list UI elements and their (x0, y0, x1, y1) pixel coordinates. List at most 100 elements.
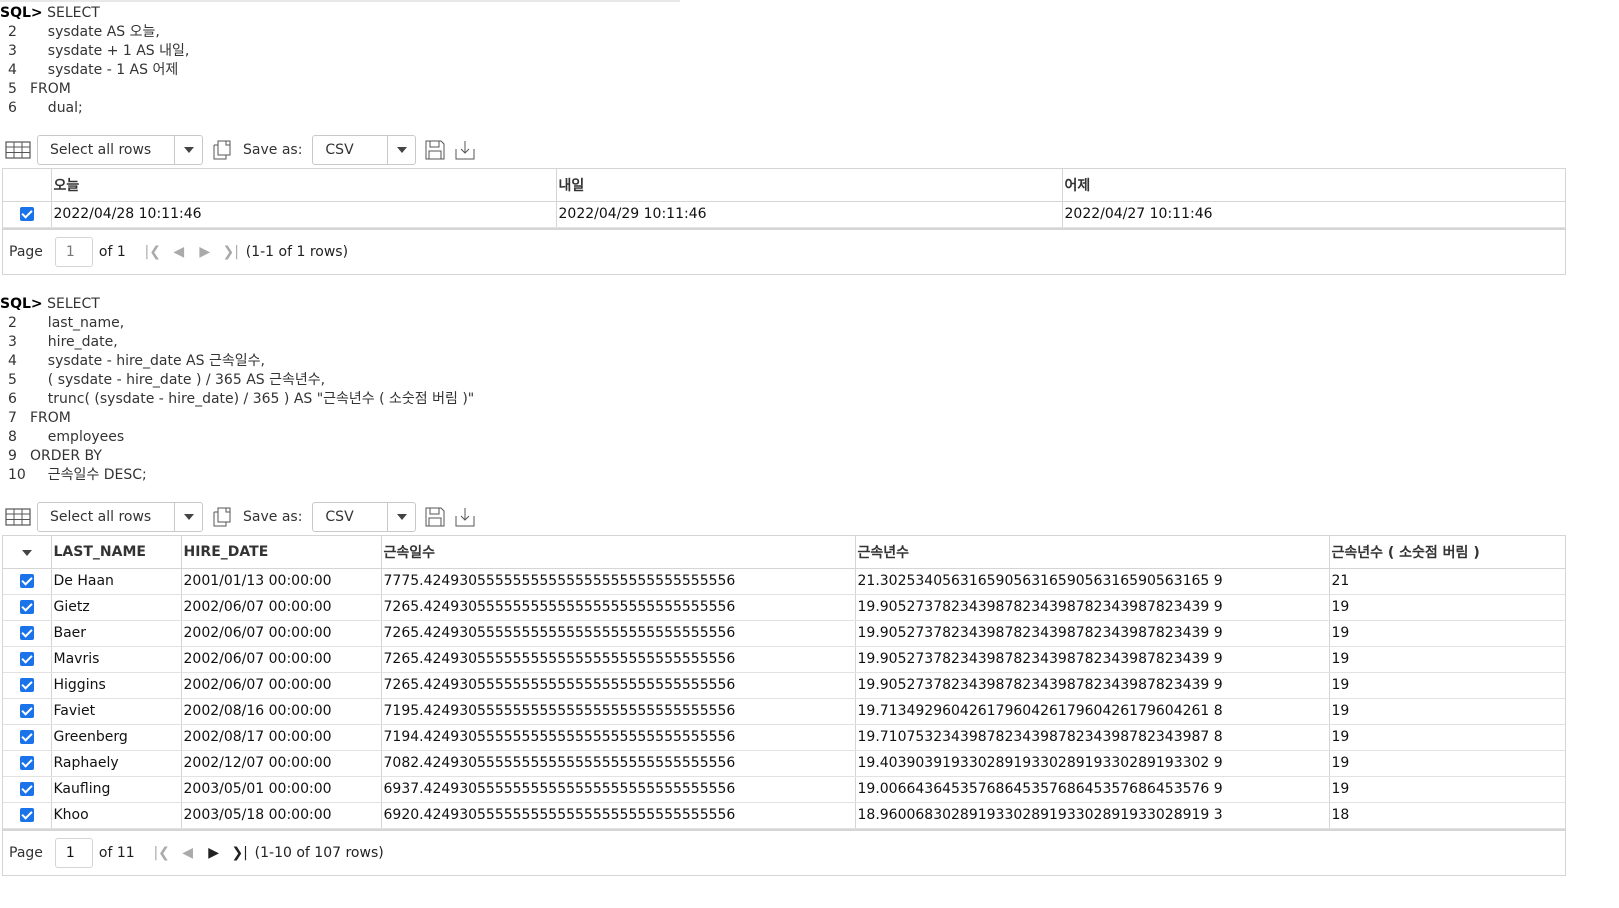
line-number: 2 (8, 24, 17, 40)
save-icon[interactable] (424, 506, 446, 528)
save-icon[interactable] (424, 139, 446, 161)
next-page-icon[interactable]: ▶ (192, 242, 218, 262)
first-page-icon[interactable]: |❮ (149, 843, 175, 863)
line-number: 5 (8, 372, 17, 388)
row-checkbox[interactable] (19, 600, 34, 614)
table-cell: 7265.42493055555555555555555555555555556 (381, 646, 856, 673)
table-row[interactable]: Mavris 2002/06/07 00:00:00 7265.4249305555… (3, 646, 1565, 673)
sql-line: 10 근속일수 DESC; (0, 466, 474, 485)
row-checkbox[interactable] (19, 756, 34, 770)
sql-line: 2 last_name, (0, 314, 474, 333)
grid-view-icon[interactable] (5, 141, 31, 159)
column-header[interactable]: HIRE_DATE (181, 536, 382, 569)
column-header[interactable]: 근속일수 (381, 536, 856, 569)
row-checkbox[interactable] (19, 626, 34, 640)
table-row[interactable]: Gietz 2002/06/07 00:00:00 7265.42493055555… (3, 594, 1565, 621)
page-number-input[interactable]: 1 (54, 236, 93, 267)
row-checkbox-cell (3, 620, 52, 647)
chevron-down-icon (387, 503, 415, 531)
table-cell: 19 (1329, 646, 1565, 673)
row-checkbox[interactable] (19, 808, 34, 822)
sql-line: 6 trunc( (sysdate - hire_date) / 365 ) A… (0, 390, 474, 409)
sql-text: FROM (30, 81, 71, 97)
table-cell: 19 (1329, 594, 1565, 621)
table-cell: 19 (1329, 672, 1565, 699)
table-row[interactable]: Greenberg 2002/08/17 00:00:00 7194.4249305… (3, 724, 1565, 751)
column-header[interactable]: 오늘 (51, 169, 557, 202)
table-cell: 2022/04/29 10:11:46 (556, 201, 1063, 228)
table-cell: 2002/08/16 00:00:00 (181, 698, 382, 725)
table-cell: 19 (1329, 750, 1565, 777)
table-cell: 18 (1329, 802, 1565, 829)
results-toolbar-2: Select all rows Save as: CSV (0, 501, 1600, 533)
table-cell: 7265.42493055555555555555555555555555556 (381, 594, 856, 621)
table-cell: 21 (1329, 568, 1565, 595)
download-icon[interactable] (454, 139, 476, 161)
select-column-header[interactable] (3, 536, 52, 569)
table-cell: 7082.42493055555555555555555555555555556 (381, 750, 856, 777)
select-rows-value: Select all rows (50, 142, 152, 158)
last-page-icon[interactable]: ❯| (227, 843, 253, 863)
format-select[interactable]: CSV (312, 502, 417, 532)
sql-line: 2 sysdate AS 오늘, (0, 23, 189, 42)
chevron-down-icon (387, 136, 415, 164)
table-row[interactable]: Khoo 2003/05/18 00:00:00 6920.424930555555… (3, 802, 1565, 829)
table-cell: 6937.42493055555555555555555555555555556 (381, 776, 856, 803)
line-number: 5 (8, 81, 17, 97)
table-cell: 19.4039039193302891933028919330289193302… (855, 750, 1330, 777)
sql-text: ORDER BY (30, 448, 102, 464)
grid-view-icon[interactable] (5, 508, 31, 526)
next-page-icon[interactable]: ▶ (201, 843, 227, 863)
table-row[interactable]: Higgins 2002/06/07 00:00:00 7265.424930555… (3, 672, 1565, 699)
format-select[interactable]: CSV (312, 135, 417, 165)
sql-text: sysdate AS 오늘, (30, 24, 160, 40)
row-checkbox-cell (3, 672, 52, 699)
copy-icon[interactable] (211, 139, 233, 161)
page-count: of 1 (98, 243, 126, 260)
select-rows-dropdown[interactable]: Select all rows (37, 135, 203, 165)
column-header[interactable]: 어제 (1062, 169, 1565, 202)
row-checkbox[interactable] (19, 730, 34, 744)
row-checkbox[interactable] (19, 704, 34, 718)
line-number: 6 (8, 391, 17, 407)
row-checkbox[interactable] (19, 782, 34, 796)
header-row: 오늘 내일 어제 (3, 169, 1565, 202)
table-cell: 2003/05/01 00:00:00 (181, 776, 382, 803)
column-header[interactable]: LAST_NAME (51, 536, 182, 569)
sql-line: 5 FROM (0, 80, 189, 99)
select-rows-dropdown[interactable]: Select all rows (37, 502, 203, 532)
table-row[interactable]: Raphaely 2002/12/07 00:00:00 7082.42493055… (3, 750, 1565, 777)
line-number: 3 (8, 43, 17, 59)
first-page-icon[interactable]: |❮ (140, 242, 166, 262)
column-header[interactable]: 근속년수 (855, 536, 1330, 569)
row-checkbox[interactable] (19, 574, 34, 588)
last-page-icon[interactable]: ❯| (218, 242, 244, 262)
row-checkbox[interactable] (19, 207, 34, 221)
prev-page-icon[interactable]: ◀ (175, 843, 201, 863)
row-checkbox[interactable] (19, 678, 34, 692)
table-row[interactable]: Faviet 2002/08/16 00:00:00 7195.4249305555… (3, 698, 1565, 725)
table-row[interactable]: Kaufling 2003/05/01 00:00:00 6937.42493055… (3, 776, 1565, 803)
row-checkbox[interactable] (19, 652, 34, 666)
table-row[interactable]: Baer 2002/06/07 00:00:00 7265.424930555555… (3, 620, 1565, 647)
table-row[interactable]: 2022/04/28 10:11:46 2022/04/29 10:11:46 … (3, 201, 1565, 228)
table-cell: 7265.42493055555555555555555555555555556 (381, 672, 856, 699)
table-cell: 19.0066436453576864535768645357686453576… (855, 776, 1330, 803)
sql-text: trunc( (sysdate - hire_date) / 365 ) AS … (30, 391, 475, 407)
copy-icon[interactable] (211, 506, 233, 528)
table-cell: 19.9052737823439878234398782343987823439… (855, 594, 1330, 621)
sql-text: FROM (30, 410, 71, 426)
column-header[interactable]: 근속년수 ( 소숫점 버림 ) (1329, 536, 1565, 569)
table-cell: 2002/06/07 00:00:00 (181, 594, 382, 621)
table-cell: 19 (1329, 620, 1565, 647)
table-cell: 19.9052737823439878234398782343987823439… (855, 646, 1330, 673)
row-checkbox-cell (3, 594, 52, 621)
table-cell: 2022/04/28 10:11:46 (51, 201, 557, 228)
page-number-input[interactable]: 1 (54, 837, 93, 868)
table-row[interactable]: De Haan 2001/01/13 00:00:00 7775.424930555… (3, 568, 1565, 595)
top-divider (0, 0, 680, 2)
result-table-2: LAST_NAME HIRE_DATE 근속일수 근속년수 근속년수 ( 소숫점… (3, 536, 1565, 829)
download-icon[interactable] (454, 506, 476, 528)
prev-page-icon[interactable]: ◀ (166, 242, 192, 262)
column-header[interactable]: 내일 (556, 169, 1063, 202)
